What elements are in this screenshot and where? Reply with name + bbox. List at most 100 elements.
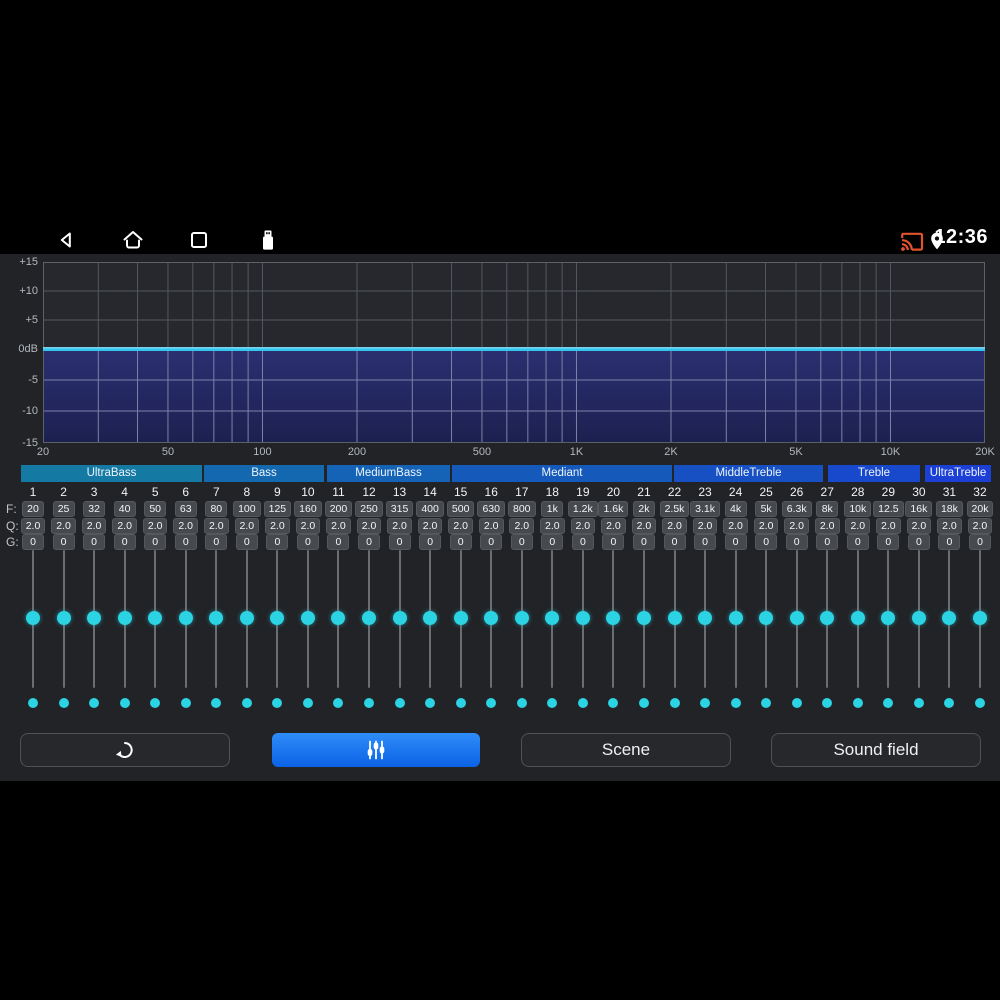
slider-dot[interactable] <box>516 698 527 708</box>
freq-chip[interactable]: 12.5 <box>873 501 904 517</box>
gain-chip[interactable]: 0 <box>83 534 106 550</box>
slider-dot[interactable] <box>944 698 955 708</box>
gain-chip[interactable]: 0 <box>724 534 747 550</box>
q-chip[interactable]: 2.0 <box>692 517 718 534</box>
slider-dot[interactable] <box>455 698 466 708</box>
gain-chip[interactable]: 0 <box>205 534 228 550</box>
q-chip[interactable]: 2.0 <box>173 517 199 534</box>
slider-knob[interactable] <box>178 611 193 625</box>
slider-knob[interactable] <box>942 611 957 625</box>
slider-dot[interactable] <box>608 698 619 708</box>
slider-knob[interactable] <box>850 611 865 625</box>
gain-chip[interactable]: 0 <box>938 534 961 550</box>
gain-chip[interactable]: 0 <box>877 534 900 550</box>
slider-dot[interactable] <box>730 698 741 708</box>
slider-dot[interactable] <box>761 698 772 708</box>
gain-chip[interactable]: 0 <box>816 534 839 550</box>
recents-button[interactable] <box>186 227 212 253</box>
freq-chip[interactable]: 125 <box>263 501 292 517</box>
slider-knob[interactable] <box>911 611 926 625</box>
slider-knob[interactable] <box>636 611 651 625</box>
gain-chip[interactable]: 0 <box>510 534 533 550</box>
q-chip[interactable]: 2.0 <box>448 517 473 534</box>
slider-knob[interactable] <box>728 611 743 625</box>
freq-chip[interactable]: 100 <box>233 501 261 517</box>
q-chip[interactable]: 2.0 <box>387 517 412 534</box>
q-chip[interactable]: 2.0 <box>753 517 779 534</box>
gain-chip[interactable]: 0 <box>449 534 472 550</box>
slider-dot[interactable] <box>547 698 558 708</box>
slider-knob[interactable] <box>820 611 835 625</box>
slider-knob[interactable] <box>423 611 438 625</box>
freq-chip[interactable]: 63 <box>174 501 197 517</box>
gain-chip[interactable]: 0 <box>602 534 625 550</box>
gain-chip[interactable]: 0 <box>266 534 289 550</box>
slider-knob[interactable] <box>87 611 102 625</box>
slider-knob[interactable] <box>667 611 682 625</box>
slider-knob[interactable] <box>392 611 407 625</box>
gain-chip[interactable]: 0 <box>358 534 381 550</box>
slider-knob[interactable] <box>759 611 774 625</box>
gain-chip[interactable]: 0 <box>296 534 319 550</box>
slider-knob[interactable] <box>331 611 346 625</box>
slider-dot[interactable] <box>211 698 222 708</box>
q-chip[interactable]: 2.0 <box>784 517 809 534</box>
slider-dot[interactable] <box>669 698 680 708</box>
gain-chip[interactable]: 0 <box>846 534 869 550</box>
freq-chip[interactable]: 32 <box>83 501 106 517</box>
q-chip[interactable]: 2.0 <box>326 517 351 534</box>
slider-dot[interactable] <box>974 698 985 708</box>
q-chip[interactable]: 2.0 <box>601 517 626 534</box>
slider-knob[interactable] <box>484 611 499 625</box>
slider-knob[interactable] <box>117 611 132 625</box>
gain-chip[interactable]: 0 <box>174 534 197 550</box>
freq-chip[interactable]: 2.5k <box>659 501 690 517</box>
slider-dot[interactable] <box>180 698 191 708</box>
slider-dot[interactable] <box>119 698 130 708</box>
gain-chip[interactable]: 0 <box>327 534 350 550</box>
freq-chip[interactable]: 2k <box>632 501 655 517</box>
slider-knob[interactable] <box>239 611 254 625</box>
slider-dot[interactable] <box>28 698 38 708</box>
freq-chip[interactable]: 18k <box>935 501 963 517</box>
back-button[interactable] <box>54 227 80 253</box>
slider-dot[interactable] <box>425 698 436 708</box>
q-chip[interactable]: 2.0 <box>662 517 687 534</box>
q-chip[interactable]: 2.0 <box>906 517 932 534</box>
freq-chip[interactable]: 4k <box>724 501 747 517</box>
freq-chip[interactable]: 25 <box>52 501 75 517</box>
slider-dot[interactable] <box>302 698 313 708</box>
gain-chip[interactable]: 0 <box>632 534 655 550</box>
slider-dot[interactable] <box>394 698 405 708</box>
slider-knob[interactable] <box>270 611 285 625</box>
q-chip[interactable]: 2.0 <box>203 517 229 534</box>
q-chip[interactable]: 2.0 <box>876 517 901 534</box>
freq-chip[interactable]: 3.1k <box>690 501 720 517</box>
q-chip[interactable]: 2.0 <box>509 517 535 534</box>
gain-chip[interactable]: 0 <box>480 534 503 550</box>
slider-dot[interactable] <box>241 698 252 708</box>
gain-chip[interactable]: 0 <box>419 534 442 550</box>
gain-chip[interactable]: 0 <box>541 534 564 550</box>
slider-knob[interactable] <box>972 611 987 625</box>
freq-chip[interactable]: 10k <box>844 501 872 517</box>
slider-dot[interactable] <box>577 698 588 708</box>
q-chip[interactable]: 2.0 <box>265 517 290 534</box>
freq-chip[interactable]: 315 <box>385 501 414 517</box>
slider-dot[interactable] <box>852 698 863 708</box>
q-chip[interactable]: 2.0 <box>417 517 443 534</box>
gain-chip[interactable]: 0 <box>755 534 778 550</box>
freq-chip[interactable]: 160 <box>294 501 322 517</box>
slider-dot[interactable] <box>638 698 649 708</box>
q-chip[interactable]: 2.0 <box>570 517 596 534</box>
freq-chip[interactable]: 40 <box>113 501 136 517</box>
q-chip[interactable]: 2.0 <box>356 517 382 534</box>
q-chip[interactable]: 2.0 <box>234 517 260 534</box>
freq-chip[interactable]: 200 <box>324 501 353 517</box>
freq-chip[interactable]: 250 <box>355 501 383 517</box>
gain-chip[interactable]: 0 <box>571 534 594 550</box>
q-chip[interactable]: 2.0 <box>723 517 748 534</box>
slider-dot[interactable] <box>89 698 100 708</box>
slider-dot[interactable] <box>700 698 711 708</box>
slider-dot[interactable] <box>883 698 894 708</box>
